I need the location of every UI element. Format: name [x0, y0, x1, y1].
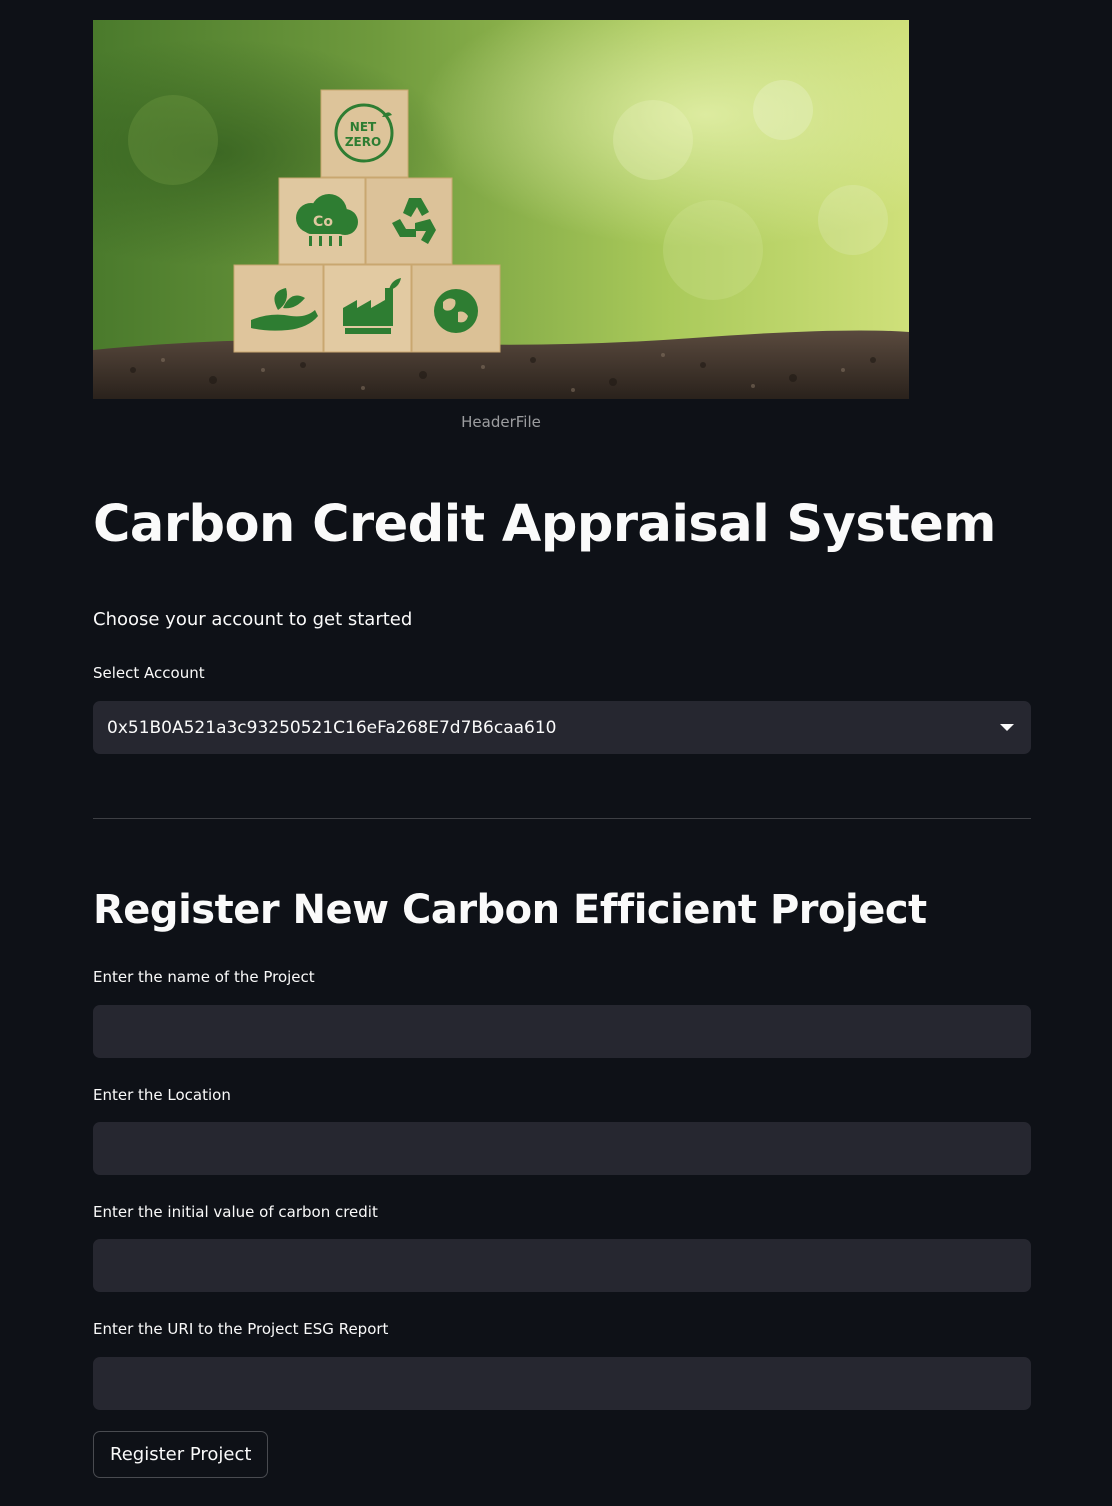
app-page: NET ZERO Co HeaderFile Carbon Credit App… [0, 0, 1112, 1506]
esg-report-uri-label: Enter the URI to the Project ESG Report [93, 1320, 389, 1338]
intro-text: Choose your account to get started [93, 609, 413, 630]
select-account-label: Select Account [93, 664, 205, 682]
initial-credit-label: Enter the initial value of carbon credit [93, 1203, 378, 1221]
location-label: Enter the Location [93, 1086, 231, 1104]
page-title: Carbon Credit Appraisal System [93, 495, 996, 554]
svg-text:ZERO: ZERO [345, 135, 381, 149]
divider [93, 818, 1031, 819]
header-image: NET ZERO Co [93, 20, 909, 399]
account-select-value: 0x51B0A521a3c93250521C16eFa268E7d7B6caa6… [107, 717, 557, 738]
project-name-label: Enter the name of the Project [93, 968, 315, 986]
initial-credit-input[interactable] [93, 1239, 1031, 1292]
project-name-input[interactable] [93, 1005, 1031, 1058]
register-project-button[interactable]: Register Project [93, 1431, 269, 1478]
esg-report-uri-input[interactable] [93, 1357, 1031, 1410]
globe-icon [434, 289, 478, 333]
chevron-down-icon[interactable] [1000, 724, 1014, 731]
location-input[interactable] [93, 1122, 1031, 1175]
svg-text:NET: NET [350, 120, 377, 134]
svg-text:Co: Co [313, 214, 333, 230]
account-select[interactable]: 0x51B0A521a3c93250521C16eFa268E7d7B6caa6… [93, 701, 1031, 754]
header-image-caption: HeaderFile [461, 413, 541, 431]
register-heading: Register New Carbon Efficient Project [93, 887, 927, 933]
